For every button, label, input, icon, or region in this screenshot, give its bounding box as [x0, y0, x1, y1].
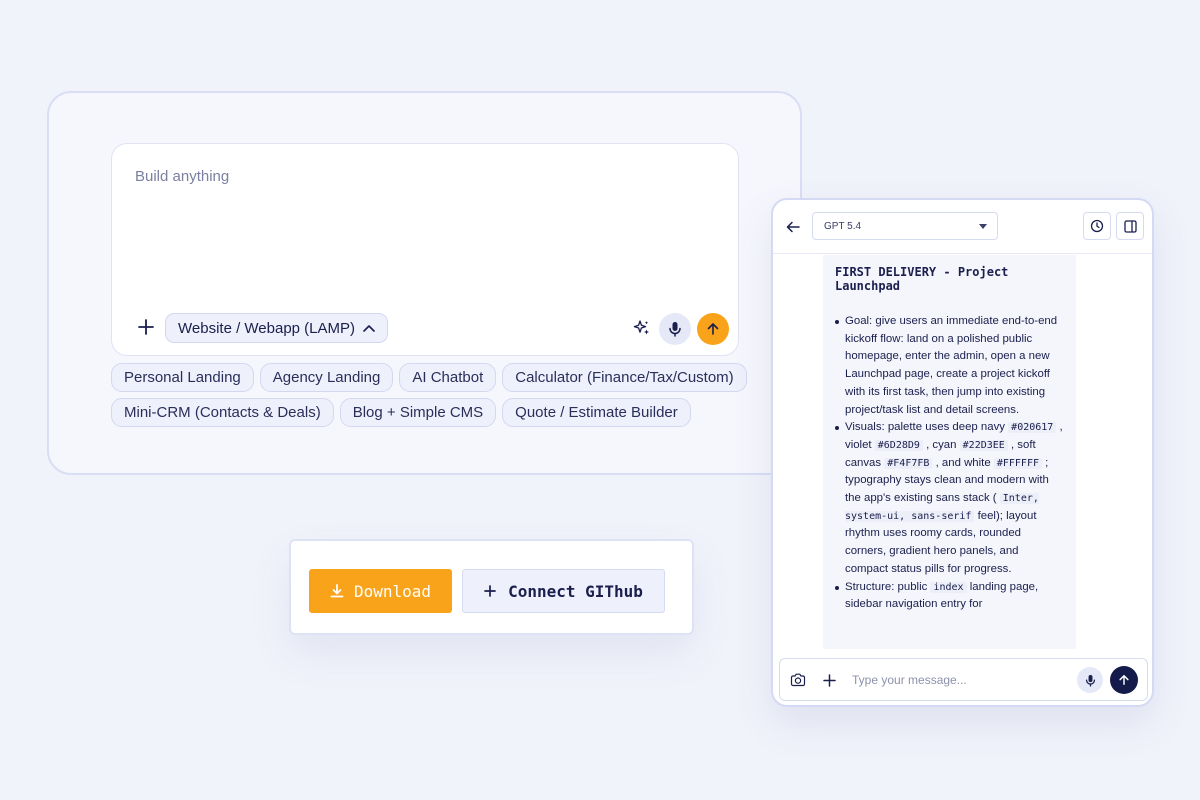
- history-button[interactable]: [1083, 212, 1111, 240]
- arrow-up-icon: [1119, 674, 1129, 686]
- prompt-box[interactable]: Build anything Website / Webapp (LAMP): [111, 143, 739, 356]
- code-violet: #6D28D9: [874, 439, 923, 451]
- visuals-text: Visuals: palette uses deep navy: [845, 421, 1009, 434]
- visuals-text: , and white: [932, 456, 994, 469]
- chip-agency-landing[interactable]: Agency Landing: [259, 363, 394, 392]
- sparkle-icon[interactable]: [631, 317, 653, 339]
- actions-card: Download Connect GIThub: [289, 539, 694, 635]
- stack-select[interactable]: Website / Webapp (LAMP): [165, 313, 389, 343]
- sidebar-toggle-button[interactable]: [1116, 212, 1144, 240]
- sidebar-icon: [1123, 219, 1137, 233]
- chat-body: FIRST DELIVERY - Project Launchpad Goal:…: [773, 255, 1152, 649]
- bullet-visuals: Visuals: palette uses deep navy #020617 …: [835, 419, 1064, 578]
- template-chips-row-1: Personal Landing Agency Landing AI Chatb…: [111, 363, 747, 392]
- connect-github-label: Connect GIThub: [508, 581, 643, 601]
- chip-calculator[interactable]: Calculator (Finance/Tax/Custom): [502, 363, 747, 392]
- chip-quote-builder[interactable]: Quote / Estimate Builder: [502, 398, 691, 427]
- assistant-message: FIRST DELIVERY - Project Launchpad Goal:…: [823, 255, 1076, 649]
- mic-icon: [1085, 674, 1095, 687]
- model-select-label: GPT 5.4: [824, 220, 862, 232]
- prompt-placeholder[interactable]: Build anything: [135, 168, 229, 185]
- chevron-up-icon: [363, 324, 375, 332]
- builder-card: Build anything Website / Webapp (LAMP) P…: [47, 91, 802, 475]
- bullet-goal: Goal: give users an immediate end-to-end…: [835, 313, 1064, 419]
- model-select[interactable]: GPT 5.4: [812, 212, 998, 240]
- code-navy: #020617: [1008, 422, 1057, 434]
- mic-icon: [669, 322, 681, 337]
- chat-panel: GPT 5.4 FIRST DELIVERY - Project Launchp…: [771, 198, 1154, 707]
- send-button[interactable]: [697, 313, 729, 345]
- code-cyan: #22D3EE: [959, 439, 1008, 451]
- plus-icon[interactable]: [134, 315, 158, 339]
- back-arrow-icon[interactable]: [783, 217, 803, 237]
- chip-blog-cms[interactable]: Blog + Simple CMS: [339, 398, 497, 427]
- structure-text: Structure: public: [845, 580, 931, 593]
- download-label: Download: [353, 581, 432, 601]
- download-icon: [330, 584, 344, 598]
- plus-icon[interactable]: [820, 671, 838, 689]
- send-button[interactable]: [1110, 666, 1138, 694]
- arrow-up-icon: [707, 323, 719, 335]
- template-chips-row-2: Mini-CRM (Contacts & Deals) Blog + Simpl…: [111, 398, 691, 427]
- mic-button[interactable]: [1077, 667, 1103, 693]
- code-index: index: [930, 581, 967, 593]
- chat-header: GPT 5.4: [773, 200, 1152, 254]
- visuals-text: , cyan: [922, 438, 960, 451]
- bullet-structure: Structure: public index landing page, si…: [835, 579, 1064, 614]
- stack-select-label: Website / Webapp (LAMP): [178, 319, 356, 337]
- chip-personal-landing[interactable]: Personal Landing: [111, 363, 254, 392]
- code-canvas: #F4F7FB: [884, 457, 933, 469]
- connect-github-button[interactable]: Connect GIThub: [462, 569, 665, 613]
- message-bullets: Goal: give users an immediate end-to-end…: [835, 313, 1064, 614]
- chip-mini-crm[interactable]: Mini-CRM (Contacts & Deals): [111, 398, 334, 427]
- code-white: #FFFFFF: [993, 457, 1042, 469]
- camera-icon[interactable]: [789, 671, 807, 689]
- download-button[interactable]: Download: [309, 569, 452, 613]
- chip-ai-chatbot[interactable]: AI Chatbot: [399, 363, 497, 392]
- history-icon: [1090, 219, 1104, 233]
- caret-down-icon: [979, 223, 987, 229]
- chat-input-bar: [779, 658, 1148, 701]
- mic-button[interactable]: [659, 313, 691, 345]
- message-title: FIRST DELIVERY - Project Launchpad: [835, 265, 1009, 293]
- goal-text: Goal: give users an immediate end-to-end…: [845, 315, 1058, 416]
- plus-icon: [484, 585, 496, 597]
- message-input[interactable]: [852, 669, 1072, 691]
